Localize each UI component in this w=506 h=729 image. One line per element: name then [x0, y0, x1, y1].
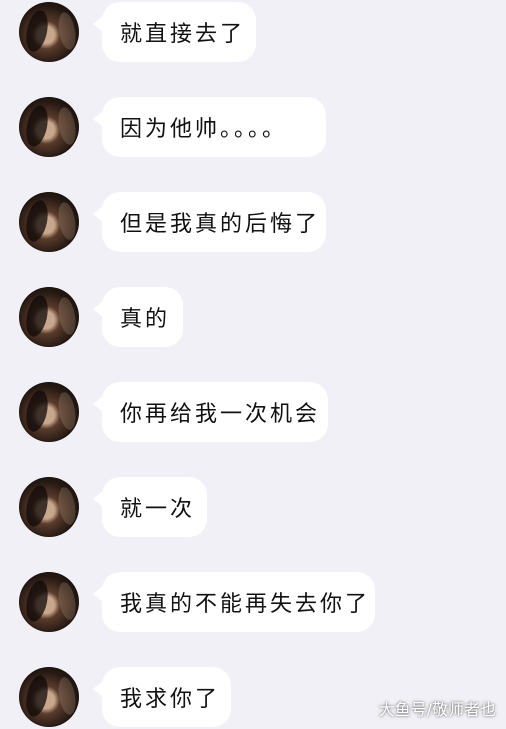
chat-message-row: 但是我真的后悔了	[0, 190, 506, 254]
contact-avatar[interactable]	[19, 667, 79, 727]
message-bubble[interactable]: 因为他帅。。。。	[93, 97, 326, 157]
source-watermark: 大鱼号/敬师者也	[378, 700, 496, 719]
contact-avatar[interactable]	[19, 2, 79, 62]
chat-message-row: 真的	[0, 285, 506, 349]
chat-message-row: 我真的不能再失去你了	[0, 570, 506, 634]
chat-message-row: 因为他帅。。。。	[0, 95, 506, 159]
contact-avatar[interactable]	[19, 572, 79, 632]
message-bubble[interactable]: 就直接去了	[93, 2, 256, 62]
contact-avatar[interactable]	[19, 287, 79, 347]
message-bubble[interactable]: 真的	[93, 287, 183, 347]
chat-message-row: 就直接去了	[0, 0, 506, 64]
chat-message-row: 就一次	[0, 475, 506, 539]
message-bubble[interactable]: 就一次	[93, 477, 207, 537]
chat-message-row: 你再给我一次机会	[0, 380, 506, 444]
contact-avatar[interactable]	[19, 382, 79, 442]
contact-avatar[interactable]	[19, 192, 79, 252]
message-bubble[interactable]: 你再给我一次机会	[93, 382, 328, 442]
message-bubble[interactable]: 我真的不能再失去你了	[93, 572, 375, 632]
contact-avatar[interactable]	[19, 477, 79, 537]
chat-conversation: 就直接去了 因为他帅。。。。 但是我真的后悔了 真的 你再给我一次机会 就一次 …	[0, 0, 506, 729]
message-bubble[interactable]: 但是我真的后悔了	[93, 192, 326, 252]
contact-avatar[interactable]	[19, 97, 79, 157]
message-bubble[interactable]: 我求你了	[93, 667, 231, 727]
